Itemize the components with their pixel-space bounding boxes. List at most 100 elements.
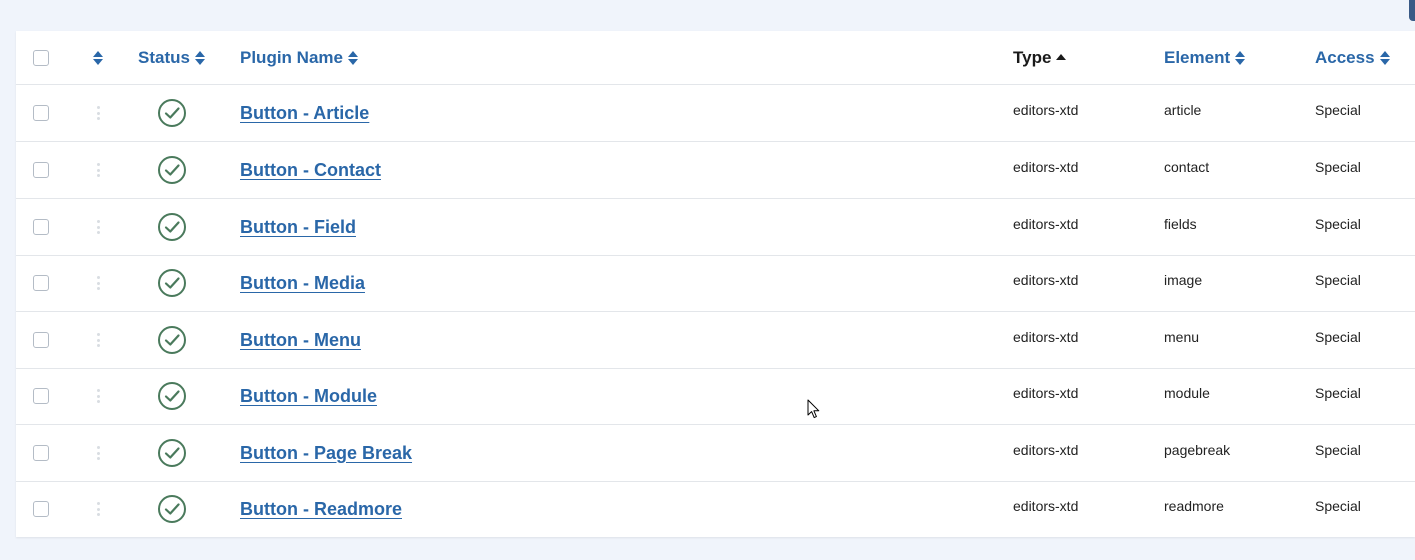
drag-handle-icon[interactable]: [96, 389, 100, 403]
drag-handle-icon[interactable]: [96, 502, 100, 516]
header-ordering-cell[interactable]: [88, 31, 108, 84]
header-type-cell: Type: [1013, 31, 1153, 84]
check-circle-icon[interactable]: [157, 98, 187, 128]
plugin-element: module: [1164, 385, 1210, 401]
header-type-label: Type: [1013, 47, 1052, 67]
plugin-name-link[interactable]: Button - Readmore: [240, 499, 402, 520]
row-check-cell: [33, 199, 57, 255]
sort-icon[interactable]: [92, 50, 104, 66]
row-element-cell: image: [1164, 255, 1304, 311]
plugin-access: Special: [1315, 498, 1361, 514]
row-status-cell: [157, 481, 187, 537]
sort-type-link[interactable]: Type: [1013, 48, 1067, 68]
row-ordering-cell: [88, 425, 108, 481]
header-status-cell: Status: [138, 31, 228, 84]
plugin-element: menu: [1164, 329, 1200, 345]
plugin-name-link[interactable]: Button - Page Break: [240, 443, 412, 464]
row-checkbox[interactable]: [33, 332, 49, 348]
scrollbar-thumb[interactable]: [1409, 0, 1415, 21]
drag-handle-icon[interactable]: [96, 333, 100, 347]
sort-plugin-name-link[interactable]: Plugin Name: [240, 48, 359, 68]
sort-icon: [194, 50, 205, 65]
header-access-label: Access: [1315, 47, 1375, 67]
plugin-type: editors-xtd: [1013, 216, 1079, 232]
row-name-cell: Button - Contact: [240, 142, 940, 198]
row-access-cell: Special: [1315, 85, 1415, 141]
plugin-access: Special: [1315, 385, 1361, 401]
plugin-access: Special: [1315, 216, 1361, 232]
header-element-label: Element: [1164, 47, 1231, 67]
sort-icon: [347, 50, 358, 65]
header-element-cell: Element: [1164, 31, 1304, 84]
check-circle-icon[interactable]: [157, 155, 187, 185]
sort-access-link[interactable]: Access: [1315, 48, 1391, 68]
plugin-name-link[interactable]: Button - Article: [240, 103, 369, 124]
row-status-cell: [157, 368, 187, 424]
row-type-cell: editors-xtd: [1013, 142, 1153, 198]
caret-up-icon: [1056, 53, 1067, 60]
select-all-checkbox[interactable]: [33, 49, 49, 66]
plugin-name-link[interactable]: Button - Menu: [240, 330, 361, 351]
plugin-element: pagebreak: [1164, 442, 1231, 458]
row-checkbox[interactable]: [33, 388, 49, 404]
table-row: Button - Contact editors-xtd contact Spe…: [16, 142, 1415, 199]
plugin-type: editors-xtd: [1013, 272, 1079, 288]
row-ordering-cell: [88, 142, 108, 198]
row-status-cell: [157, 199, 187, 255]
check-circle-icon[interactable]: [157, 381, 187, 411]
table-row: Button - Field editors-xtd fields Specia…: [16, 199, 1415, 256]
plugin-element: image: [1164, 272, 1203, 288]
plugin-name-link[interactable]: Button - Field: [240, 217, 356, 238]
header-access-cell: Access: [1315, 31, 1415, 84]
check-circle-icon[interactable]: [157, 268, 187, 298]
check-circle-icon[interactable]: [157, 212, 187, 242]
row-access-cell: Special: [1315, 368, 1415, 424]
drag-handle-icon[interactable]: [96, 220, 100, 234]
plugin-name-link[interactable]: Button - Media: [240, 273, 365, 294]
header-check-cell: [33, 31, 57, 84]
row-type-cell: editors-xtd: [1013, 312, 1153, 368]
row-check-cell: [33, 85, 57, 141]
sort-icon: [1235, 50, 1246, 65]
table-row: Button - Media editors-xtd image Special: [16, 255, 1415, 312]
plugins-table: Status Plugin Name Type Element Access B…: [16, 31, 1415, 537]
row-checkbox[interactable]: [33, 162, 49, 178]
row-ordering-cell: [88, 368, 108, 424]
sort-element-link[interactable]: Element: [1164, 48, 1246, 68]
row-checkbox[interactable]: [33, 105, 49, 121]
drag-handle-icon[interactable]: [96, 106, 100, 120]
row-status-cell: [157, 85, 187, 141]
header-plugin-name-label: Plugin Name: [240, 47, 343, 67]
plugin-access: Special: [1315, 272, 1361, 288]
plugin-access: Special: [1315, 329, 1361, 345]
drag-handle-icon[interactable]: [96, 163, 100, 177]
row-name-cell: Button - Media: [240, 255, 940, 311]
plugin-name-link[interactable]: Button - Module: [240, 386, 377, 407]
row-checkbox[interactable]: [33, 219, 49, 235]
row-checkbox[interactable]: [33, 501, 49, 517]
plugin-name-link[interactable]: Button - Contact: [240, 160, 381, 181]
row-access-cell: Special: [1315, 199, 1415, 255]
check-circle-icon[interactable]: [157, 438, 187, 468]
sort-status-link[interactable]: Status: [138, 48, 206, 68]
row-ordering-cell: [88, 312, 108, 368]
row-element-cell: menu: [1164, 312, 1304, 368]
row-checkbox[interactable]: [33, 275, 49, 291]
row-access-cell: Special: [1315, 425, 1415, 481]
row-type-cell: editors-xtd: [1013, 199, 1153, 255]
header-status-label: Status: [138, 47, 190, 67]
row-checkbox[interactable]: [33, 445, 49, 461]
row-name-cell: Button - Field: [240, 199, 940, 255]
plugin-type: editors-xtd: [1013, 385, 1079, 401]
drag-handle-icon[interactable]: [96, 276, 100, 290]
row-check-cell: [33, 312, 57, 368]
row-access-cell: Special: [1315, 255, 1415, 311]
drag-handle-icon[interactable]: [96, 446, 100, 460]
row-type-cell: editors-xtd: [1013, 481, 1153, 537]
table-row: Button - Page Break editors-xtd pagebrea…: [16, 425, 1415, 482]
row-name-cell: Button - Module: [240, 368, 940, 424]
row-element-cell: module: [1164, 368, 1304, 424]
row-check-cell: [33, 368, 57, 424]
check-circle-icon[interactable]: [157, 325, 187, 355]
check-circle-icon[interactable]: [157, 494, 187, 524]
